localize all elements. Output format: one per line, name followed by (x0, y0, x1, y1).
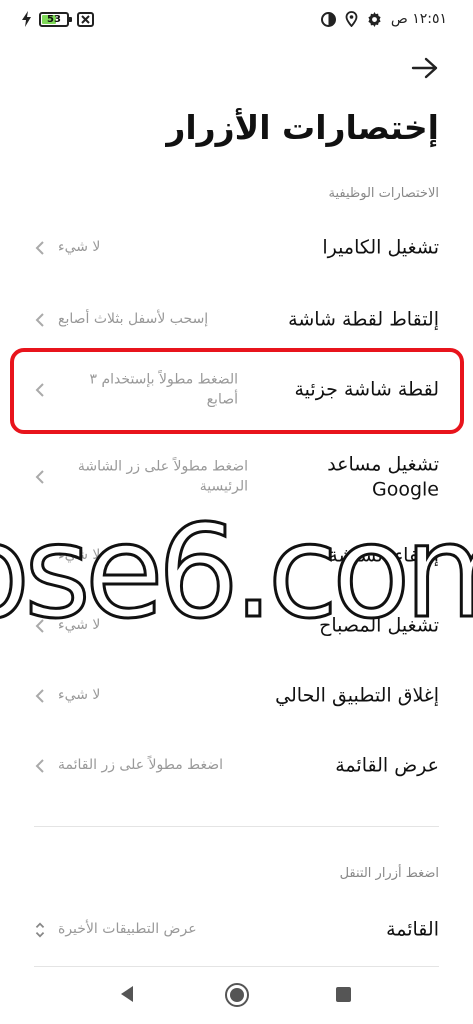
status-bar-left: 53 (22, 11, 94, 27)
shortcut-row-show-menu[interactable]: عرض القائمة اضغط مطولاً على زر القائمة (34, 736, 439, 796)
row-label: القائمة (386, 918, 439, 941)
settings-icon (368, 11, 381, 27)
system-nav-bar (0, 968, 473, 1024)
watermark: bse6.com (0, 497, 473, 649)
chevron-left-icon (35, 470, 44, 484)
nav-home-icon[interactable] (225, 983, 249, 1007)
row-label: إلتقاط لقطة شاشة (288, 308, 439, 331)
page-title: إختصارات الأزرار (166, 108, 439, 147)
back-arrow-icon[interactable] (411, 56, 439, 80)
row-value: عرض التطبيقات الأخيرة (58, 921, 197, 938)
status-time: ١٢:٥١ ص (390, 11, 447, 27)
row-value: لا شيء (58, 687, 101, 704)
row-label: تشغيل الكاميرا (322, 236, 439, 259)
battery-level: 53 (47, 13, 61, 25)
shortcut-row-screenshot[interactable]: إلتقاط لقطة شاشة إسحب لأسفل بثلاث أصابع (34, 290, 439, 350)
section-header-functional: الاختصارات الوظيفية (328, 186, 439, 201)
nav-back-icon[interactable] (119, 985, 135, 1003)
row-value: لا شيء (58, 239, 101, 256)
highlight-box (10, 348, 464, 434)
chevron-left-icon (35, 241, 44, 255)
bottom-divider (34, 966, 439, 967)
chevron-left-icon (35, 759, 44, 773)
chevron-left-icon (35, 313, 44, 327)
flash-icon (22, 11, 31, 27)
row-label: عرض القائمة (335, 754, 439, 777)
shortcut-row-close-app[interactable]: إغلاق التطبيق الحالي لا شيء (34, 666, 439, 726)
chevron-up-down-icon (35, 922, 45, 938)
section-divider (34, 826, 439, 827)
status-bar-right: ١٢:٥١ ص (320, 11, 447, 27)
nav-row-menu[interactable]: القائمة عرض التطبيقات الأخيرة (34, 900, 439, 960)
location-icon (345, 11, 358, 27)
status-bar: 53 ١٢:٥١ ص (0, 0, 473, 40)
row-value: اضغط مطولاً على زر القائمة (58, 757, 223, 774)
row-value: إسحب لأسفل بثلاث أصابع (58, 311, 209, 328)
watermark-text: bse6.com (0, 498, 473, 647)
data-saver-icon (320, 11, 336, 27)
shortcut-row-camera[interactable]: تشغيل الكاميرا لا شيء (34, 218, 439, 278)
battery-icon: 53 (39, 11, 72, 27)
row-label: إغلاق التطبيق الحالي (275, 684, 439, 707)
section-header-navigation: اضغط أزرار التنقل (339, 866, 439, 881)
chevron-left-icon (35, 689, 44, 703)
no-sim-icon (77, 11, 94, 27)
nav-recents-icon[interactable] (336, 987, 351, 1002)
